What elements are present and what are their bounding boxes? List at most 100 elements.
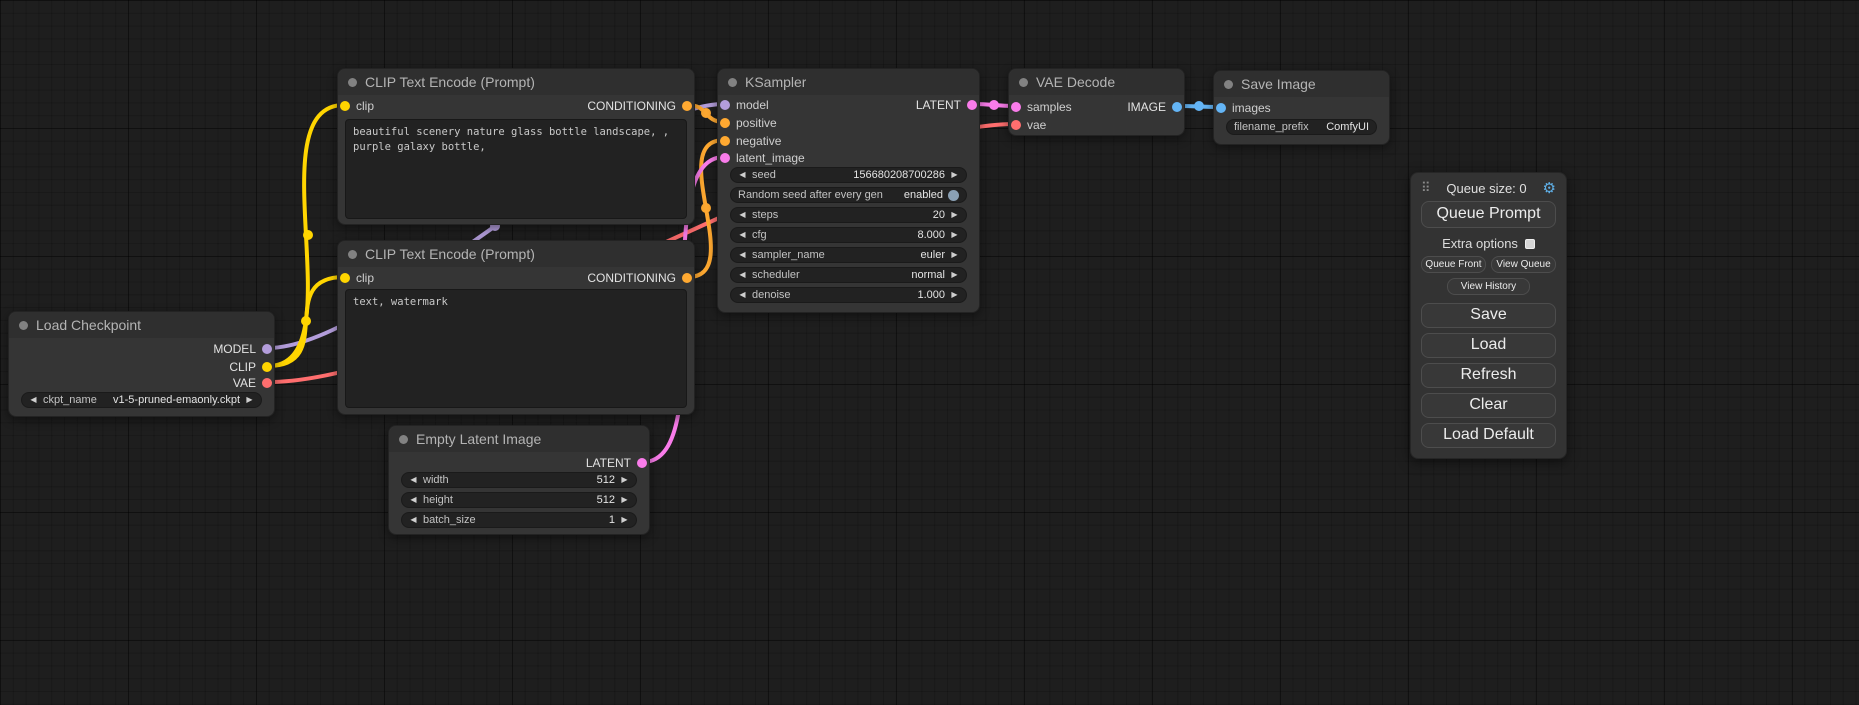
left-arrow-icon[interactable]: ◀ <box>738 171 747 179</box>
right-arrow-icon[interactable]: ▶ <box>950 231 959 239</box>
samples-input-port[interactable] <box>1011 102 1021 112</box>
right-arrow-icon[interactable]: ▶ <box>620 476 629 484</box>
right-arrow-icon[interactable]: ▶ <box>950 251 959 259</box>
queue-front-button[interactable]: Queue Front <box>1421 256 1486 273</box>
latent-output-port[interactable] <box>967 100 977 110</box>
node-title-bar[interactable]: KSampler <box>718 69 979 95</box>
seed-widget[interactable]: ◀ seed 156680208700286 ▶ <box>730 167 967 183</box>
input-slot-samples: samples <box>1011 100 1072 114</box>
images-input-port[interactable] <box>1216 103 1226 113</box>
input-slot-clip: clip <box>340 271 374 285</box>
node-title-bar[interactable]: CLIP Text Encode (Prompt) <box>338 241 694 267</box>
queue-size-label: Queue size: 0 <box>1431 181 1543 196</box>
node-ksampler[interactable]: KSampler model LATENT positive negative … <box>717 68 980 313</box>
filename-prefix-widget[interactable]: filename_prefix ComfyUI <box>1226 119 1377 135</box>
node-empty-latent-image[interactable]: Empty Latent Image LATENT ◀ width 512 ▶ … <box>388 425 650 535</box>
batch-size-widget[interactable]: ◀ batch_size 1 ▶ <box>401 512 637 528</box>
wire-midpoint-dot <box>989 100 999 110</box>
collapse-dot-icon[interactable] <box>348 78 357 87</box>
left-arrow-icon[interactable]: ◀ <box>409 496 418 504</box>
right-arrow-icon[interactable]: ▶ <box>620 496 629 504</box>
vae-input-port[interactable] <box>1011 120 1021 130</box>
output-slot-image: IMAGE <box>1127 100 1182 114</box>
right-arrow-icon[interactable]: ▶ <box>950 271 959 279</box>
input-slot-images: images <box>1216 101 1271 115</box>
image-output-port[interactable] <box>1172 102 1182 112</box>
wire-midpoint-dot <box>301 316 311 326</box>
collapse-dot-icon[interactable] <box>1019 78 1028 87</box>
vae-output-port[interactable] <box>262 378 272 388</box>
node-title-bar[interactable]: Empty Latent Image <box>389 426 649 452</box>
negative-input-port[interactable] <box>720 136 730 146</box>
node-title-bar[interactable]: CLIP Text Encode (Prompt) <box>338 69 694 95</box>
collapse-dot-icon[interactable] <box>348 250 357 259</box>
scheduler-widget[interactable]: ◀ scheduler normal ▶ <box>730 267 967 283</box>
extra-options-label: Extra options <box>1442 236 1518 251</box>
left-arrow-icon[interactable]: ◀ <box>409 516 418 524</box>
node-vae-decode[interactable]: VAE Decode samples IMAGE vae <box>1008 68 1185 136</box>
cfg-widget[interactable]: ◀ cfg 8.000 ▶ <box>730 227 967 243</box>
right-arrow-icon[interactable]: ▶ <box>950 171 959 179</box>
positive-prompt-textarea[interactable]: beautiful scenery nature glass bottle la… <box>345 119 687 219</box>
steps-widget[interactable]: ◀ steps 20 ▶ <box>730 207 967 223</box>
node-save-image[interactable]: Save Image images filename_prefix ComfyU… <box>1213 70 1390 145</box>
wire-midpoint-dot <box>701 203 711 213</box>
clip-input-port[interactable] <box>340 273 350 283</box>
node-title-bar[interactable]: Save Image <box>1214 71 1389 97</box>
positive-input-port[interactable] <box>720 118 730 128</box>
node-clip-text-encode-positive[interactable]: CLIP Text Encode (Prompt) clip CONDITION… <box>337 68 695 225</box>
height-widget[interactable]: ◀ height 512 ▶ <box>401 492 637 508</box>
conditioning-output-port[interactable] <box>682 273 692 283</box>
node-title-bar[interactable]: VAE Decode <box>1009 69 1184 95</box>
wire-midpoint-dot <box>701 108 711 118</box>
right-arrow-icon[interactable]: ▶ <box>950 291 959 299</box>
model-output-port[interactable] <box>262 344 272 354</box>
settings-gear-icon[interactable]: ⚙ <box>1543 179 1556 197</box>
clip-output-port[interactable] <box>262 362 272 372</box>
right-arrow-icon[interactable]: ▶ <box>620 516 629 524</box>
denoise-widget[interactable]: ◀ denoise 1.000 ▶ <box>730 287 967 303</box>
collapse-dot-icon[interactable] <box>1224 80 1233 89</box>
toggle-dot-icon[interactable] <box>948 190 959 201</box>
node-title-bar[interactable]: Load Checkpoint <box>9 312 274 338</box>
width-widget[interactable]: ◀ width 512 ▶ <box>401 472 637 488</box>
collapse-dot-icon[interactable] <box>728 78 737 87</box>
negative-prompt-textarea[interactable]: text, watermark <box>345 289 687 408</box>
ckpt-name-widget[interactable]: ◀ ckpt_name v1-5-pruned-emaonly.ckpt ▶ <box>21 392 262 408</box>
view-queue-button[interactable]: View Queue <box>1491 256 1556 273</box>
extra-options-checkbox[interactable] <box>1525 239 1535 249</box>
model-input-port[interactable] <box>720 100 730 110</box>
load-button[interactable]: Load <box>1421 333 1556 358</box>
load-default-button[interactable]: Load Default <box>1421 423 1556 448</box>
left-arrow-icon[interactable]: ◀ <box>409 476 418 484</box>
queue-panel-header: ⠿ Queue size: 0 ⚙ <box>1421 179 1556 197</box>
left-arrow-icon[interactable]: ◀ <box>738 291 747 299</box>
wire-midpoint-dot <box>1194 101 1204 111</box>
left-arrow-icon[interactable]: ◀ <box>738 271 747 279</box>
right-arrow-icon[interactable]: ▶ <box>950 211 959 219</box>
queue-actions-row: Queue Front View Queue <box>1421 256 1556 273</box>
conditioning-output-port[interactable] <box>682 101 692 111</box>
random-seed-toggle-widget[interactable]: Random seed after every gen enabled <box>730 187 967 203</box>
collapse-dot-icon[interactable] <box>19 321 28 330</box>
refresh-button[interactable]: Refresh <box>1421 363 1556 388</box>
sampler-name-widget[interactable]: ◀ sampler_name euler ▶ <box>730 247 967 263</box>
clip-input-port[interactable] <box>340 101 350 111</box>
left-arrow-icon[interactable]: ◀ <box>738 211 747 219</box>
save-button[interactable]: Save <box>1421 303 1556 328</box>
left-arrow-icon[interactable]: ◀ <box>738 251 747 259</box>
node-load-checkpoint[interactable]: Load Checkpoint MODEL CLIP VAE ◀ ckpt_na… <box>8 311 275 417</box>
output-slot-latent: LATENT <box>586 456 647 470</box>
clear-button[interactable]: Clear <box>1421 393 1556 418</box>
input-slot-clip: clip <box>340 99 374 113</box>
right-arrow-icon[interactable]: ▶ <box>245 396 254 404</box>
queue-prompt-button[interactable]: Queue Prompt <box>1421 201 1556 228</box>
latent-output-port[interactable] <box>637 458 647 468</box>
view-history-button[interactable]: View History <box>1447 278 1531 295</box>
latent-image-input-port[interactable] <box>720 153 730 163</box>
left-arrow-icon[interactable]: ◀ <box>738 231 747 239</box>
node-clip-text-encode-negative[interactable]: CLIP Text Encode (Prompt) clip CONDITION… <box>337 240 695 415</box>
drag-handle-icon[interactable]: ⠿ <box>1421 180 1431 196</box>
left-arrow-icon[interactable]: ◀ <box>29 396 38 404</box>
collapse-dot-icon[interactable] <box>399 435 408 444</box>
